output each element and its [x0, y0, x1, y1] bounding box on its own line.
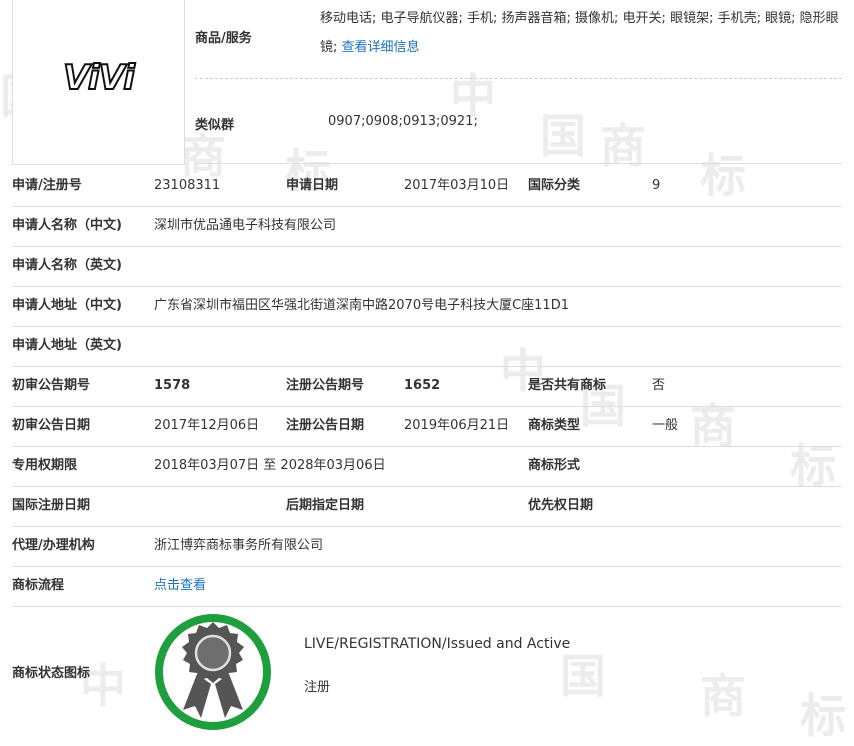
row-dates: 国际注册日期 后期指定日期 优先权日期: [12, 486, 842, 527]
address-en-label: 申请人地址（英文): [12, 338, 122, 353]
row-publication-date: 初审公告日期 2017年12月06日 注册公告日期 2019年06月21日 商标…: [12, 406, 842, 447]
exclusive-value: 2018年03月07日 至 2028年03月06日: [154, 458, 386, 473]
tm-type-value: 一般: [652, 418, 679, 433]
address-cn-label: 申请人地址（中文): [12, 298, 122, 313]
shared-label: 是否共有商标: [528, 378, 607, 393]
prelim-date-label: 初审公告日期: [12, 418, 91, 433]
row-applicant-cn: 申请人名称（中文) 深圳市优品通电子科技有限公司: [12, 206, 842, 247]
tm-type-label: 商标类型: [528, 418, 581, 433]
row-address-cn: 申请人地址（中文) 广东省深圳市福田区华强北街道深南中路2070号电子科技大厦C…: [12, 286, 842, 327]
trademark-logo-box: ViVi: [12, 0, 185, 165]
status-text-cn: 注册: [304, 680, 331, 695]
row-address-en: 申请人地址（英文): [12, 326, 842, 367]
agent-value: 浙江博弈商标事务所有限公司: [154, 538, 324, 553]
intl-class-label: 国际分类: [528, 178, 581, 193]
divider: [195, 163, 842, 164]
prelim-no-value: 1578: [154, 378, 191, 393]
priority-label: 优先权日期: [528, 498, 594, 513]
intl-reg-date-label: 国际注册日期: [12, 498, 91, 513]
prelim-date-value: 2017年12月06日: [154, 418, 260, 433]
goods-list: 移动电话; 电子导航仪器; 手机; 扬声器音箱; 摄像机; 电开关; 眼镜架; …: [320, 4, 842, 62]
reg-pub-date-label: 注册公告日期: [286, 418, 365, 433]
later-date-label: 后期指定日期: [286, 498, 365, 513]
agent-label: 代理/办理机构: [12, 538, 95, 553]
app-date-value: 2017年03月10日: [404, 178, 510, 193]
shared-value: 否: [652, 378, 666, 393]
applicant-en-label: 申请人名称（英文): [12, 258, 122, 273]
registered-status-badge: [155, 614, 271, 730]
row-publication-no: 初审公告期号 1578 注册公告期号 1652 是否共有商标 否: [12, 366, 842, 407]
reg-pub-date-value: 2019年06月21日: [404, 418, 510, 433]
reg-no-label: 申请/注册号: [12, 178, 82, 193]
row-agent: 代理/办理机构 浙江博弈商标事务所有限公司: [12, 526, 842, 567]
exclusive-label: 专用权期限: [12, 458, 78, 473]
status-icon-label: 商标状态图标: [12, 666, 91, 681]
applicant-cn-label: 申请人名称（中文): [12, 218, 122, 233]
applicant-cn-value: 深圳市优品通电子科技有限公司: [154, 218, 337, 233]
goods-label: 商品/服务: [195, 31, 252, 46]
reg-no-value: 23108311: [154, 178, 221, 193]
trademark-detail: ViVi 商品/服务 移动电话; 电子导航仪器; 手机; 扬声器音箱; 摄像机;…: [0, 0, 854, 730]
intl-class-value: 9: [652, 178, 661, 193]
reg-pub-no-label: 注册公告期号: [286, 378, 365, 393]
trademark-logo: ViVi: [62, 57, 136, 99]
prelim-no-label: 初审公告期号: [12, 378, 91, 393]
row-flow: 商标流程 点击查看: [12, 566, 842, 607]
tm-form-label: 商标形式: [528, 458, 581, 473]
row-registration: 申请/注册号 23108311 申请日期 2017年03月10日 国际分类 9: [12, 166, 842, 207]
divider: [195, 78, 842, 79]
goods-detail-link[interactable]: 查看详细信息: [342, 40, 420, 55]
reg-pub-no-value: 1652: [404, 378, 441, 393]
row-applicant-en: 申请人名称（英文): [12, 246, 842, 287]
address-cn-value: 广东省深圳市福田区华强北街道深南中路2070号电子科技大厦C座11D1: [154, 298, 569, 313]
row-exclusive-period: 专用权期限 2018年03月07日 至 2028年03月06日 商标形式: [12, 446, 842, 487]
flow-label: 商标流程: [12, 578, 65, 593]
flow-view-link[interactable]: 点击查看: [154, 566, 206, 606]
status-text-en: LIVE/REGISTRATION/Issued and Active: [304, 636, 571, 652]
similar-group-label: 类似群: [195, 118, 235, 133]
similar-group-value: 0907;0908;0913;0921;: [328, 114, 478, 129]
app-date-label: 申请日期: [286, 178, 339, 193]
